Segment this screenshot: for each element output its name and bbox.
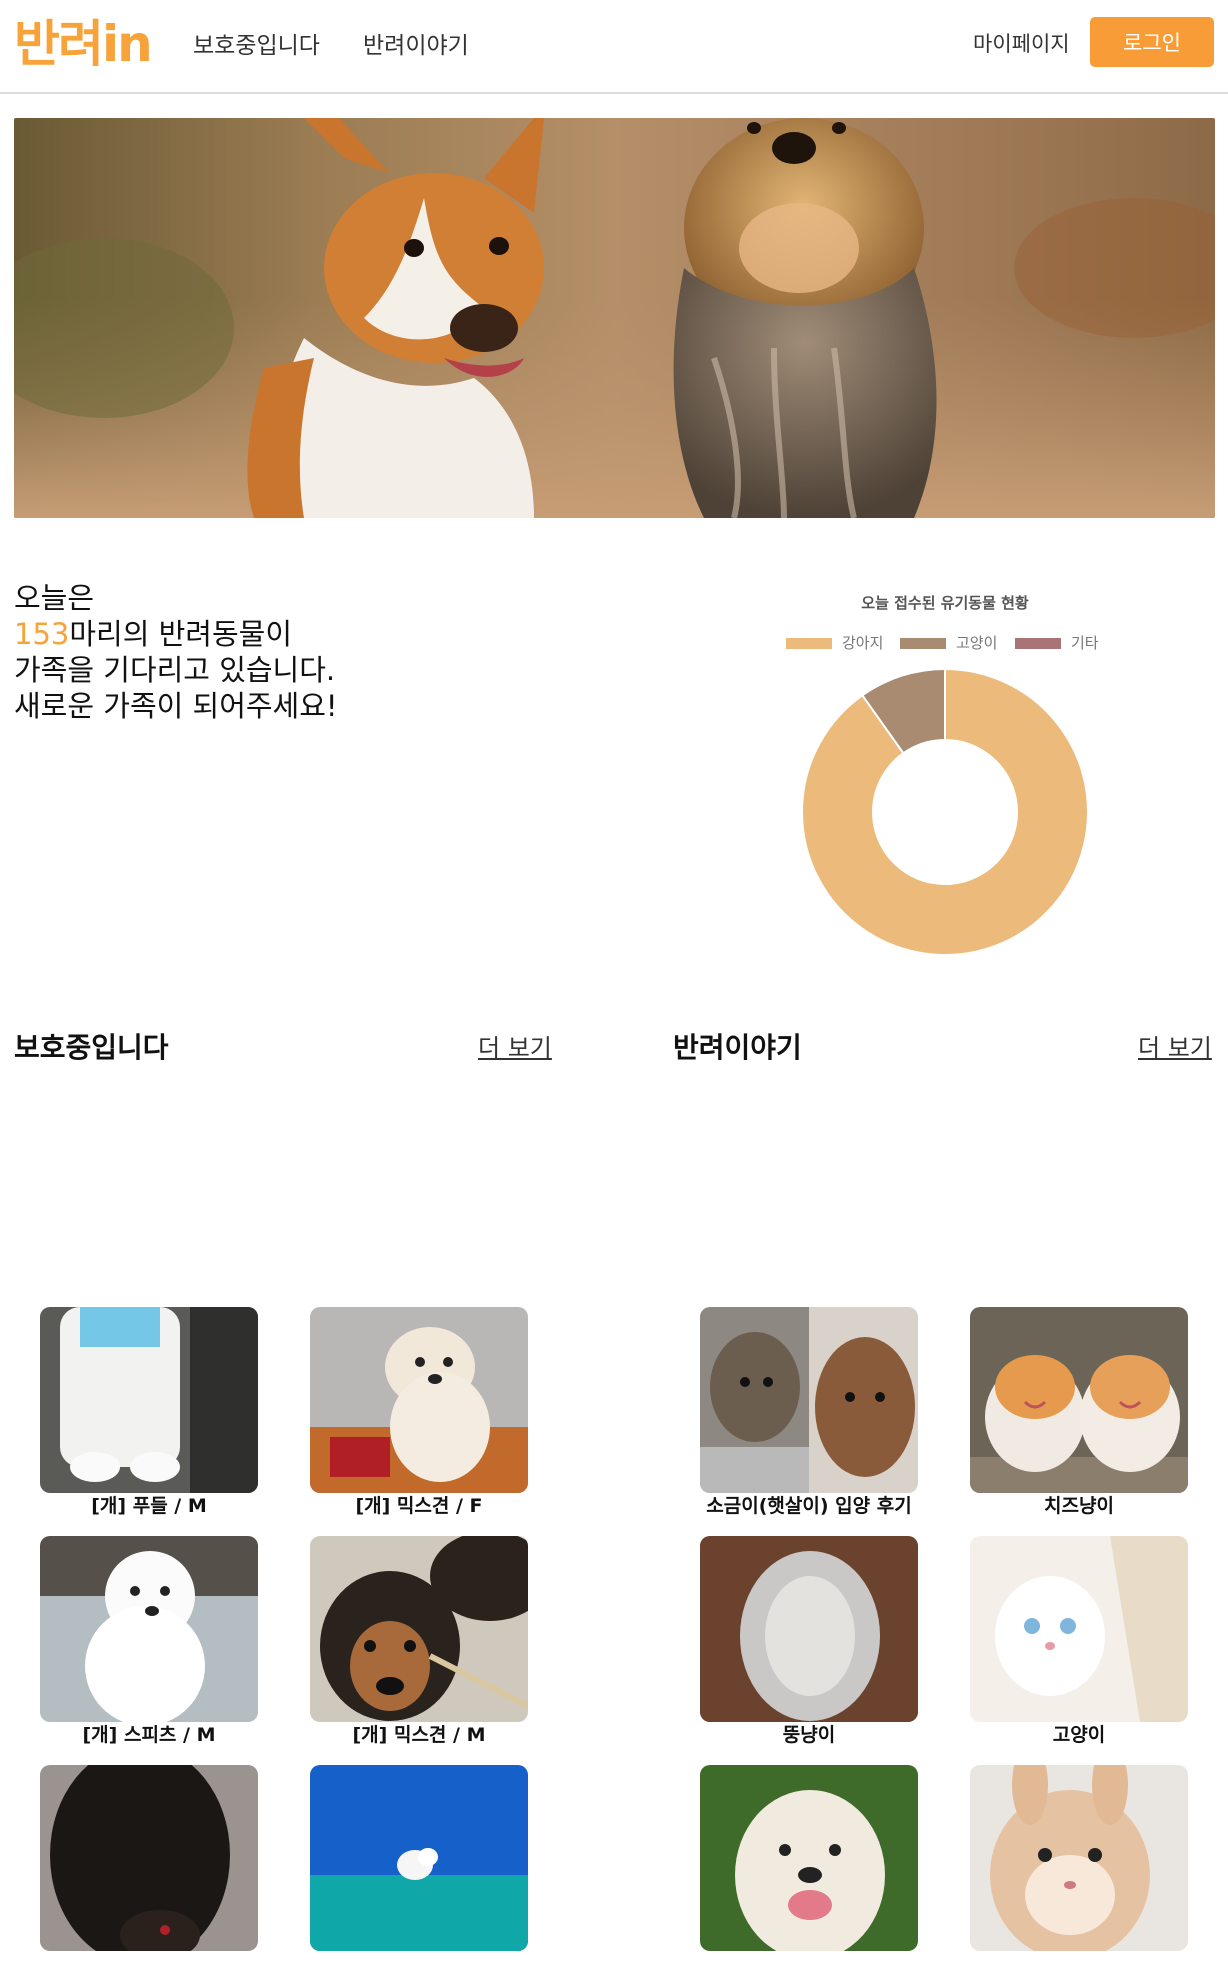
story-card[interactable]: 고양이 (970, 1536, 1188, 1746)
story-card[interactable] (700, 1765, 918, 1951)
story-card[interactable]: 소금이(햇살이) 입양 후기 (700, 1307, 918, 1517)
protect-caption: [개] 푸들 / M (91, 1495, 207, 1517)
protect-caption: [개] 스피츠 / M (82, 1724, 216, 1746)
intro-line4: 새로운 가족이 되어주세요! (14, 689, 338, 723)
story-card[interactable]: 뚱냥이 (700, 1536, 918, 1746)
protect-photo (40, 1536, 258, 1722)
story-card[interactable]: 치즈냥이 (970, 1307, 1188, 1517)
protect-card[interactable] (40, 1765, 258, 1951)
story-photo (970, 1307, 1188, 1493)
protect-photo (310, 1307, 528, 1493)
story-more-link[interactable]: 더 보기 (1138, 1028, 1212, 1063)
intro-line2-text: 마리의 반려동물이 (69, 617, 293, 651)
hero-image (14, 118, 1215, 518)
mypage-link[interactable]: 마이페이지 (973, 28, 1070, 58)
animal-count: 153 (14, 617, 70, 651)
legend-label: 기타 (1071, 634, 1099, 652)
intro-line2: 153마리의 반려동물이 (14, 616, 338, 652)
protect-card[interactable]: [개] 믹스견 / M (310, 1536, 528, 1746)
story-photo (970, 1536, 1188, 1722)
protect-more-link[interactable]: 더 보기 (478, 1028, 552, 1063)
nav-story[interactable]: 반려이야기 (363, 26, 469, 60)
story-photo (700, 1536, 918, 1722)
protect-photo (40, 1307, 258, 1493)
protect-section-title: 보호중입니다 (14, 1031, 169, 1064)
legend-label: 강아지 (842, 634, 883, 652)
intro-line3: 가족을 기다리고 있습니다. (14, 653, 336, 687)
story-caption: 치즈냥이 (1044, 1495, 1114, 1517)
story-photo (700, 1765, 918, 1951)
protect-card[interactable]: [개] 스피츠 / M (40, 1536, 258, 1746)
animal-status-chart: 오늘 접수된 유기동물 현황강아지 고양이 기타 (760, 586, 1180, 966)
protect-card[interactable] (310, 1765, 528, 1951)
chart-title: 오늘 접수된 유기동물 현황 (861, 594, 1029, 612)
donut-chart: 오늘 접수된 유기동물 현황강아지 고양이 기타 (786, 594, 1099, 956)
protect-photo (310, 1536, 528, 1722)
hero-dogs-illustration (14, 118, 1215, 518)
legend-swatch (786, 638, 832, 649)
protect-caption: [개] 믹스견 / F (355, 1495, 483, 1517)
story-caption: 소금이(햇살이) 입양 후기 (706, 1495, 912, 1517)
protect-card[interactable]: [개] 푸들 / M (40, 1307, 258, 1517)
login-button[interactable]: 로그인 (1090, 17, 1214, 67)
protect-photo (40, 1765, 258, 1951)
story-card[interactable] (970, 1765, 1188, 1951)
legend-label: 고양이 (956, 634, 997, 652)
legend-swatch (1015, 638, 1061, 649)
story-photo (970, 1765, 1188, 1951)
intro-message: 오늘은 153마리의 반려동물이 가족을 기다리고 있습니다. 새로운 가족이 … (14, 580, 338, 724)
protect-photo (310, 1765, 528, 1951)
nav-protect[interactable]: 보호중입니다 (193, 26, 320, 60)
legend-swatch (900, 638, 946, 649)
logo[interactable]: 반려in (14, 14, 153, 74)
protect-caption: [개] 믹스견 / M (352, 1724, 486, 1746)
story-section-title: 반려이야기 (673, 1031, 802, 1064)
story-caption: 고양이 (1052, 1724, 1106, 1746)
protect-card[interactable]: [개] 믹스견 / F (310, 1307, 528, 1517)
story-photo (700, 1307, 918, 1493)
intro-line1: 오늘은 (14, 581, 95, 615)
story-caption: 뚱냥이 (782, 1724, 836, 1746)
top-header: 반려in 보호중입니다 반려이야기 마이페이지 로그인 (0, 0, 1228, 94)
